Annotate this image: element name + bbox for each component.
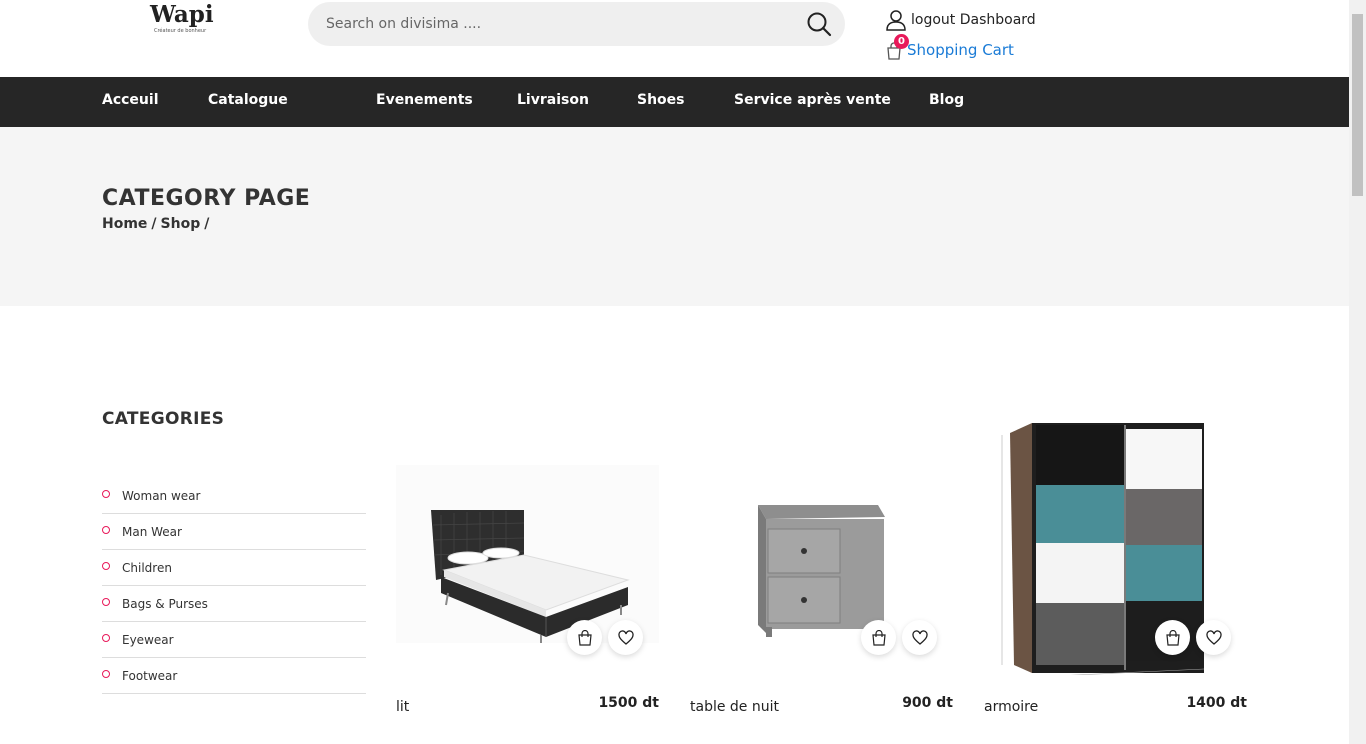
logo[interactable]: Wapi Créateur de bonheur	[150, 2, 220, 36]
add-to-cart-button[interactable]	[861, 620, 896, 655]
heart-icon	[1205, 629, 1222, 645]
breadcrumb-separator: /	[204, 216, 210, 232]
scrollbar-thumb[interactable]	[1352, 14, 1363, 196]
nav-item-evenements[interactable]: Evenements	[376, 92, 473, 108]
breadcrumb-shop[interactable]: Shop	[161, 216, 201, 232]
nav-item-service[interactable]: Service après vente	[734, 92, 891, 108]
categories-title: CATEGORIES	[102, 409, 225, 429]
search-icon	[807, 12, 832, 37]
category-label: Eyewear	[122, 632, 174, 647]
product-card[interactable]: armoire 1400 dt	[984, 415, 1247, 725]
category-item-man-wear[interactable]: Man Wear	[102, 514, 366, 550]
heart-icon	[617, 629, 634, 645]
product-actions	[567, 620, 643, 655]
logo-text: Wapi	[150, 1, 214, 28]
product-price: 900 dt	[902, 695, 953, 711]
wishlist-button[interactable]	[608, 620, 643, 655]
category-label: Man Wear	[122, 524, 182, 539]
product-name[interactable]: armoire	[984, 699, 1038, 715]
breadcrumb: Home / Shop /	[102, 216, 209, 232]
category-item-woman-wear[interactable]: Woman wear	[102, 478, 366, 514]
category-item-children[interactable]: Children	[102, 550, 366, 586]
product-card[interactable]: lit 1500 dt	[396, 415, 659, 725]
breadcrumb-separator: /	[151, 216, 157, 232]
wishlist-button[interactable]	[902, 620, 937, 655]
main-nav: Acceuil Catalogue Evenements Livraison S…	[0, 77, 1349, 127]
nav-item-livraison[interactable]: Livraison	[517, 92, 589, 108]
page-scrollbar[interactable]	[1349, 0, 1366, 744]
product-name[interactable]: lit	[396, 699, 409, 715]
category-item-eyewear[interactable]: Eyewear	[102, 622, 366, 658]
category-label: Woman wear	[122, 488, 201, 503]
page-banner: CATEGORY PAGE Home / Shop /	[0, 127, 1349, 306]
nav-item-shoes[interactable]: Shoes	[637, 92, 685, 108]
logo-tagline: Créateur de bonheur	[154, 28, 207, 34]
shopping-bag-icon	[871, 629, 886, 646]
account-label: logout Dashboard	[911, 12, 1036, 28]
bullet-icon	[102, 598, 110, 606]
category-label: Children	[122, 560, 172, 575]
product-name[interactable]: table de nuit	[690, 699, 779, 715]
breadcrumb-home[interactable]: Home	[102, 216, 147, 232]
nav-item-blog[interactable]: Blog	[929, 92, 964, 108]
product-price: 1500 dt	[598, 695, 659, 711]
user-icon	[886, 10, 906, 31]
bullet-icon	[102, 562, 110, 570]
product-actions	[1155, 620, 1231, 655]
bullet-icon	[102, 670, 110, 678]
bed-image	[396, 465, 659, 643]
wishlist-button[interactable]	[1196, 620, 1231, 655]
bullet-icon	[102, 490, 110, 498]
product-price: 1400 dt	[1186, 695, 1247, 711]
category-item-footwear[interactable]: Footwear	[102, 658, 366, 694]
cart-count-badge: 0	[894, 34, 909, 49]
add-to-cart-button[interactable]	[1155, 620, 1190, 655]
category-label: Footwear	[122, 668, 178, 683]
cart-icon-wrap: 0	[885, 34, 909, 60]
add-to-cart-button[interactable]	[567, 620, 602, 655]
search-button[interactable]	[805, 10, 833, 38]
search-bar	[308, 2, 845, 46]
shopping-bag-icon	[577, 629, 592, 646]
search-input[interactable]	[326, 12, 786, 36]
bullet-icon	[102, 526, 110, 534]
category-label: Bags & Purses	[122, 596, 208, 611]
account-link[interactable]: logout Dashboard	[885, 8, 1036, 32]
heart-icon	[911, 629, 928, 645]
shopping-cart-link[interactable]: 0 Shopping Cart	[885, 34, 1014, 62]
nav-item-catalogue[interactable]: Catalogue	[208, 92, 288, 108]
cart-label: Shopping Cart	[907, 41, 1014, 59]
top-header: Wapi Créateur de bonheur logout Dashboar…	[0, 0, 1349, 77]
nav-item-acceuil[interactable]: Acceuil	[102, 92, 159, 108]
bullet-icon	[102, 634, 110, 642]
product-card[interactable]: table de nuit 900 dt	[690, 415, 953, 725]
category-item-bags-purses[interactable]: Bags & Purses	[102, 586, 366, 622]
shopping-bag-icon	[1165, 629, 1180, 646]
category-list: Woman wear Man Wear Children Bags & Purs…	[102, 478, 366, 694]
page-title: CATEGORY PAGE	[102, 186, 311, 211]
product-actions	[861, 620, 937, 655]
